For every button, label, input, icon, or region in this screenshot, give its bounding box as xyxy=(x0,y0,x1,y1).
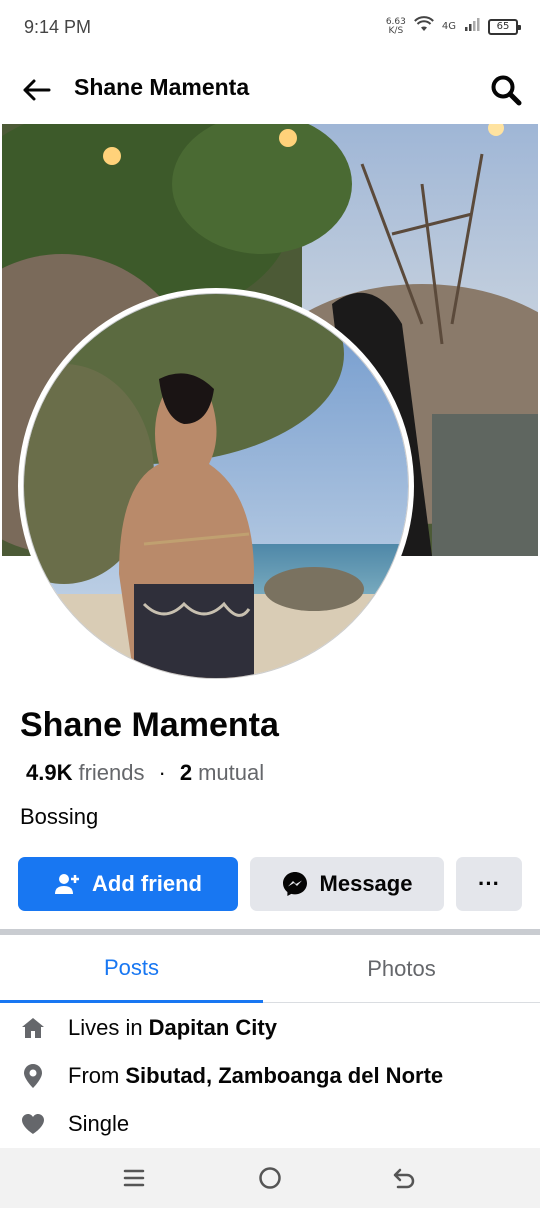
from-value[interactable]: Sibutad, Zamboanga del Norte xyxy=(125,1063,443,1089)
profile-bio: Bossing xyxy=(20,804,99,829)
back-nav-button[interactable] xyxy=(388,1162,420,1194)
profile-picture[interactable] xyxy=(18,288,414,684)
add-friend-label: Add friend xyxy=(92,871,202,896)
friends-label: friends xyxy=(78,760,145,785)
network-type: 4G xyxy=(441,21,456,32)
back-button[interactable] xyxy=(18,72,54,108)
detail-relationship: Single xyxy=(20,1106,129,1142)
status-time: 9:14 PM xyxy=(24,16,92,37)
header-title: Shane Mamenta xyxy=(74,74,250,100)
back-nav-icon xyxy=(393,1168,415,1189)
system-nav-bar xyxy=(0,1148,540,1208)
home-nav-button[interactable] xyxy=(254,1162,286,1194)
detail-from: From Sibutad, Zamboanga del Norte xyxy=(20,1058,443,1094)
home-circle-icon xyxy=(259,1167,281,1189)
battery-icon: 65 xyxy=(488,18,521,35)
network-speed: 6.63 K/S xyxy=(385,16,406,36)
from-prefix: From xyxy=(68,1063,120,1088)
status-bar: 9:14 PM 6.63 K/S 4G 65 xyxy=(0,0,540,54)
tab-posts[interactable]: Posts xyxy=(0,935,263,1003)
avatar-image xyxy=(23,293,409,679)
heart-icon xyxy=(20,1111,46,1137)
message-button[interactable]: Message xyxy=(250,857,444,911)
messenger-icon xyxy=(282,872,307,896)
location-pin-icon xyxy=(20,1063,46,1089)
lives-in-value[interactable]: Dapitan City xyxy=(149,1015,277,1041)
detail-lives-in: Lives in Dapitan City xyxy=(20,1010,277,1046)
menu-icon xyxy=(123,1169,145,1187)
mutual-label: mutual xyxy=(198,760,265,785)
relationship-status: Single xyxy=(68,1111,130,1136)
profile-tabs: Posts Photos xyxy=(0,935,540,1003)
back-arrow-icon xyxy=(23,79,51,101)
add-friend-button[interactable]: Add friend xyxy=(18,857,238,911)
more-options-icon: ··· xyxy=(478,871,500,896)
search-icon xyxy=(491,75,522,106)
search-button[interactable] xyxy=(486,70,526,110)
friends-count: 4.9K xyxy=(26,760,73,785)
home-icon xyxy=(20,1015,46,1041)
mutual-count: 2 xyxy=(179,760,193,785)
add-person-icon xyxy=(55,874,79,894)
signal-icon xyxy=(464,16,480,37)
wifi-icon xyxy=(413,16,434,37)
recent-apps-button[interactable] xyxy=(118,1162,150,1194)
separator-dot: · xyxy=(158,760,166,785)
status-icons: 6.63 K/S 4G 65 xyxy=(385,16,521,37)
profile-name: Shane Mamenta xyxy=(20,706,279,744)
message-label: Message xyxy=(319,871,413,896)
friends-summary[interactable]: 4.9K friends · 2 mutual xyxy=(26,760,264,786)
more-options-button[interactable]: ··· xyxy=(456,857,522,911)
tab-photos[interactable]: Photos xyxy=(263,935,540,1003)
lives-in-prefix: Lives in xyxy=(68,1015,143,1040)
app-header: Shane Mamenta xyxy=(0,58,540,120)
